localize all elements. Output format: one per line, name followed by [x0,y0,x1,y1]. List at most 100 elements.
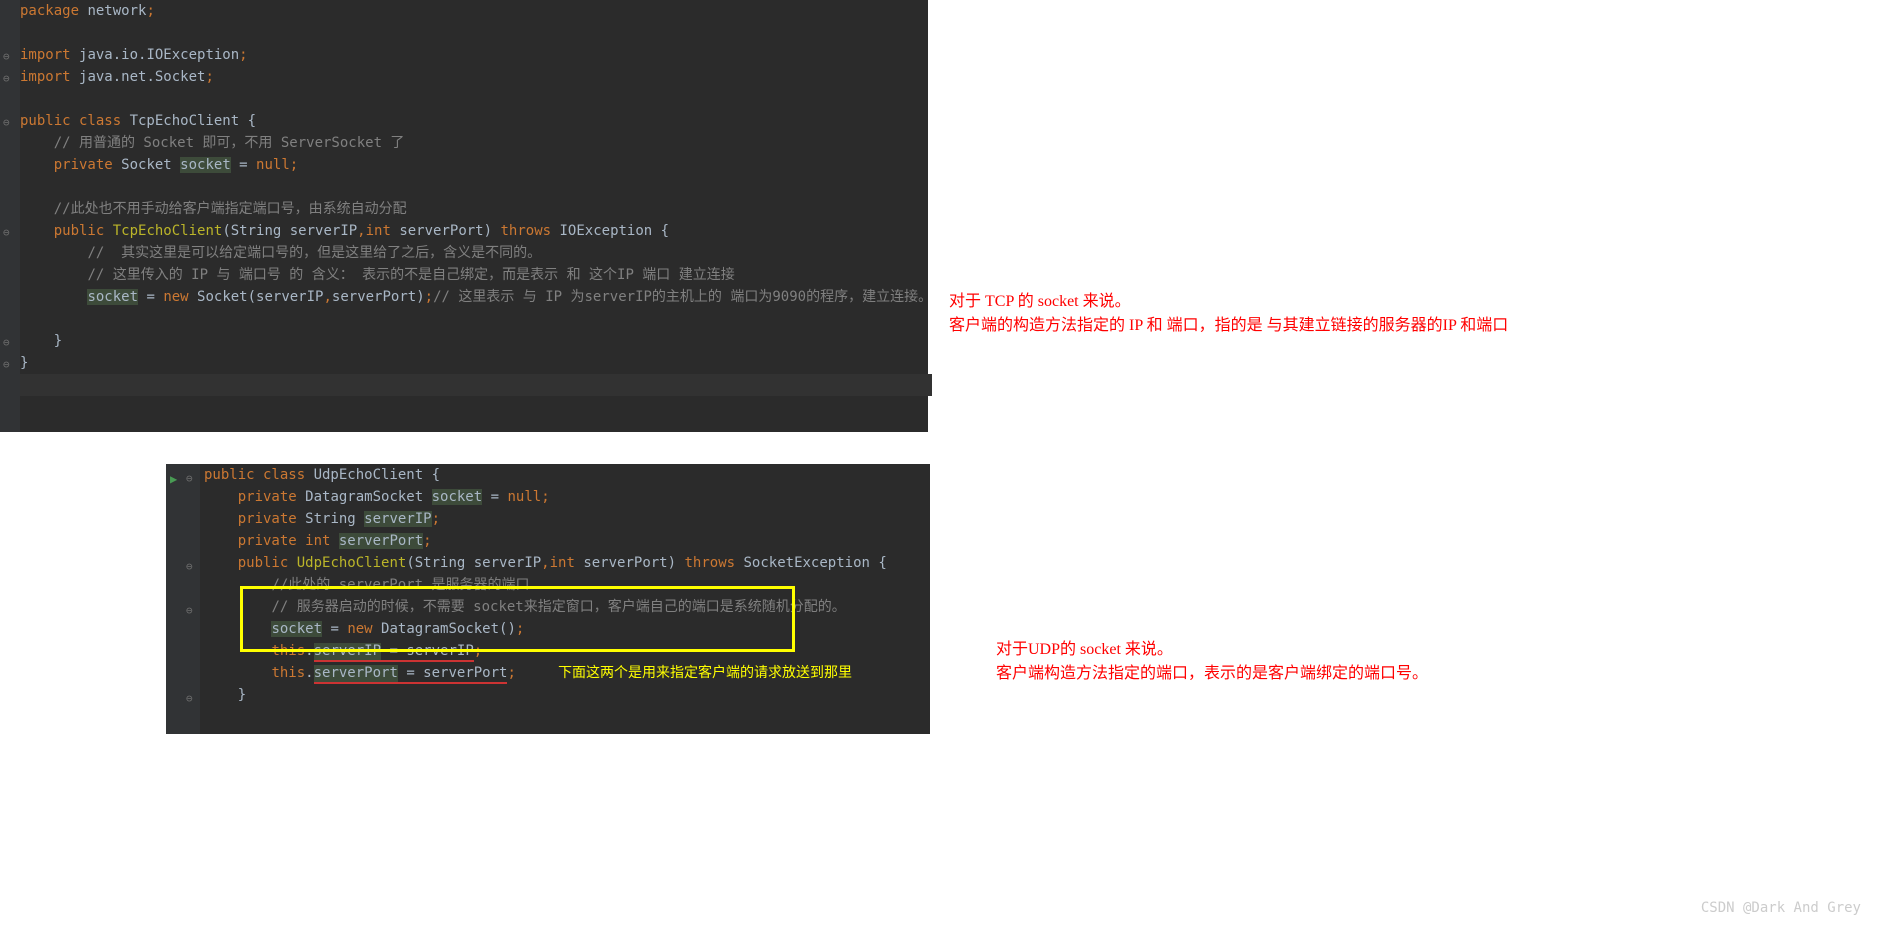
code-line[interactable]: public class TcpEchoClient { [20,110,932,132]
fold-icon[interactable]: ⊖ [3,332,10,354]
code-line[interactable] [20,22,932,44]
code-token: serverPort) [332,289,425,305]
code-token: // 这里表示 与 IP 为serverIP的主机上的 端口为9090的程序，建… [433,289,932,305]
code-token: private int [238,533,339,549]
code-token: serverIP [364,511,431,527]
fold-icon[interactable]: ⊖ [3,68,10,90]
fold-icon[interactable]: ⊖ [3,46,10,68]
annotation-line: 对于 TCP 的 socket 来说。 [949,290,1508,314]
code-line[interactable]: this.serverPort = serverPort; 下面这两个是用来指定… [204,662,887,684]
code-token: (String serverIP [406,555,541,571]
code-token: ; [205,69,213,85]
code-token: //此处也不用手动给客户端指定端口号，由系统自动分配 [54,201,407,217]
code-token: , [357,223,365,239]
code-token: null [507,489,541,505]
code-token: = serverPort [398,665,508,684]
code-token: throws [684,555,743,571]
code-token: serverPort [339,533,423,549]
code-token: SocketException { [744,555,887,571]
code-token: , [323,289,331,305]
code-token: new [163,289,197,305]
code-line[interactable] [20,88,932,110]
code-line[interactable]: package network; [20,0,932,22]
code-token: UdpEchoClient [314,467,432,483]
code-token: null [256,157,290,173]
code-token: int [366,223,400,239]
code-line[interactable]: // 这里传入的 IP 与 端口号 的 含义： 表示的不是自己绑定，而是表示 和… [20,264,932,286]
code-token: // 其实这里是可以给定端口号的，但是这里给了之后，含义是不同的。 [87,245,541,261]
code-token: TcpEchoClient [130,113,248,129]
code-token: socket [432,489,483,505]
code-line[interactable]: //此处也不用手动给客户端指定端口号，由系统自动分配 [20,198,932,220]
code-token: Socket [121,157,180,173]
code-token: java.net.Socket [79,69,205,85]
code-line[interactable]: import java.net.Socket; [20,66,932,88]
highlight-box [240,586,795,652]
code-token [516,665,558,681]
fold-icon[interactable]: ⊖ [186,688,193,710]
code-token: serverPort) [399,223,500,239]
code-line[interactable]: public class UdpEchoClient { [204,464,887,486]
annotation-udp: 对于UDP的 socket 来说。 客户端构造方法指定的端口，表示的是客户端绑定… [996,638,1428,686]
code-token: throws [500,223,559,239]
code-line[interactable]: private DatagramSocket socket = null; [204,486,887,508]
fold-icon[interactable]: ⊖ [186,556,193,578]
run-icon[interactable]: ▶ [170,468,177,490]
code-line[interactable]: public UdpEchoClient(String serverIP,int… [204,552,887,574]
code-token: } [20,355,28,371]
annotation-tcp: 对于 TCP 的 socket 来说。 客户端的构造方法指定的 IP 和 端口，… [949,290,1508,338]
editor-gutter: ⊖ ⊖ ⊖ ⊖ ⊖ ⊖ [0,0,20,432]
editor-gutter: ▶ ⊖ ⊖ ⊖ ⊖ [166,464,200,734]
fold-icon[interactable]: ⊖ [186,468,193,490]
annotation-line: 客户端的构造方法指定的 IP 和 端口，指的是 与其建立链接的服务器的IP 和端… [949,314,1508,338]
code-token: UdpEchoClient [297,555,407,571]
code-token: String [305,511,364,527]
code-token: = [231,157,256,173]
code-line[interactable]: socket = new Socket(serverIP,serverPort)… [20,286,932,308]
code-line[interactable]: private int serverPort; [204,530,887,552]
fold-icon[interactable]: ⊖ [3,222,10,244]
code-line[interactable]: private Socket socket = null; [20,154,932,176]
code-token: IOException { [560,223,670,239]
code-token: = [138,289,163,305]
code-token: // 这里传入的 IP 与 端口号 的 含义： 表示的不是自己绑定，而是表示 和… [87,267,734,283]
code-token: import [20,69,79,85]
code-area-tcp[interactable]: package network; import java.io.IOExcepti… [20,0,932,396]
code-line[interactable]: } [20,352,932,374]
code-line[interactable]: } [20,330,932,352]
code-line[interactable] [20,374,932,396]
code-line[interactable]: } [204,684,887,706]
code-editor-tcp[interactable]: ⊖ ⊖ ⊖ ⊖ ⊖ ⊖ package network;import java.… [0,0,928,432]
code-token: this [271,665,305,681]
code-token: (String serverIP [222,223,357,239]
code-editor-udp[interactable]: ▶ ⊖ ⊖ ⊖ ⊖ public class UdpEchoClient { p… [166,464,930,734]
code-token: public class [204,467,314,483]
code-token: ; [146,3,154,19]
code-token: network [87,3,146,19]
code-token: ; [425,289,433,305]
code-line[interactable]: public TcpEchoClient(String serverIP,int… [20,220,932,242]
code-token: public class [20,113,130,129]
code-token: public [238,555,297,571]
code-line[interactable] [20,308,932,330]
fold-icon[interactable]: ⊖ [3,354,10,376]
code-token: socket [180,157,231,173]
annotation-line: 对于UDP的 socket 来说。 [996,638,1428,662]
fold-icon[interactable]: ⊖ [186,600,193,622]
code-area-udp[interactable]: public class UdpEchoClient { private Dat… [204,464,887,706]
watermark: CSDN @Dark And Grey [1701,900,1861,916]
code-line[interactable]: // 用普通的 Socket 即可，不用 ServerSocket 了 [20,132,932,154]
code-token: java.io.IOException [79,47,239,63]
code-token: . [305,665,313,681]
fold-icon[interactable]: ⊖ [3,112,10,134]
code-token: private [54,157,121,173]
code-token: ; [507,665,515,681]
code-line[interactable] [20,176,932,198]
code-line[interactable]: // 其实这里是可以给定端口号的，但是这里给了之后，含义是不同的。 [20,242,932,264]
code-line[interactable]: private String serverIP; [204,508,887,530]
code-token: // 用普通的 Socket 即可，不用 ServerSocket 了 [54,135,405,151]
code-token: , [541,555,549,571]
code-token: import [20,47,79,63]
code-line[interactable]: import java.io.IOException; [20,44,932,66]
code-token: DatagramSocket [305,489,431,505]
